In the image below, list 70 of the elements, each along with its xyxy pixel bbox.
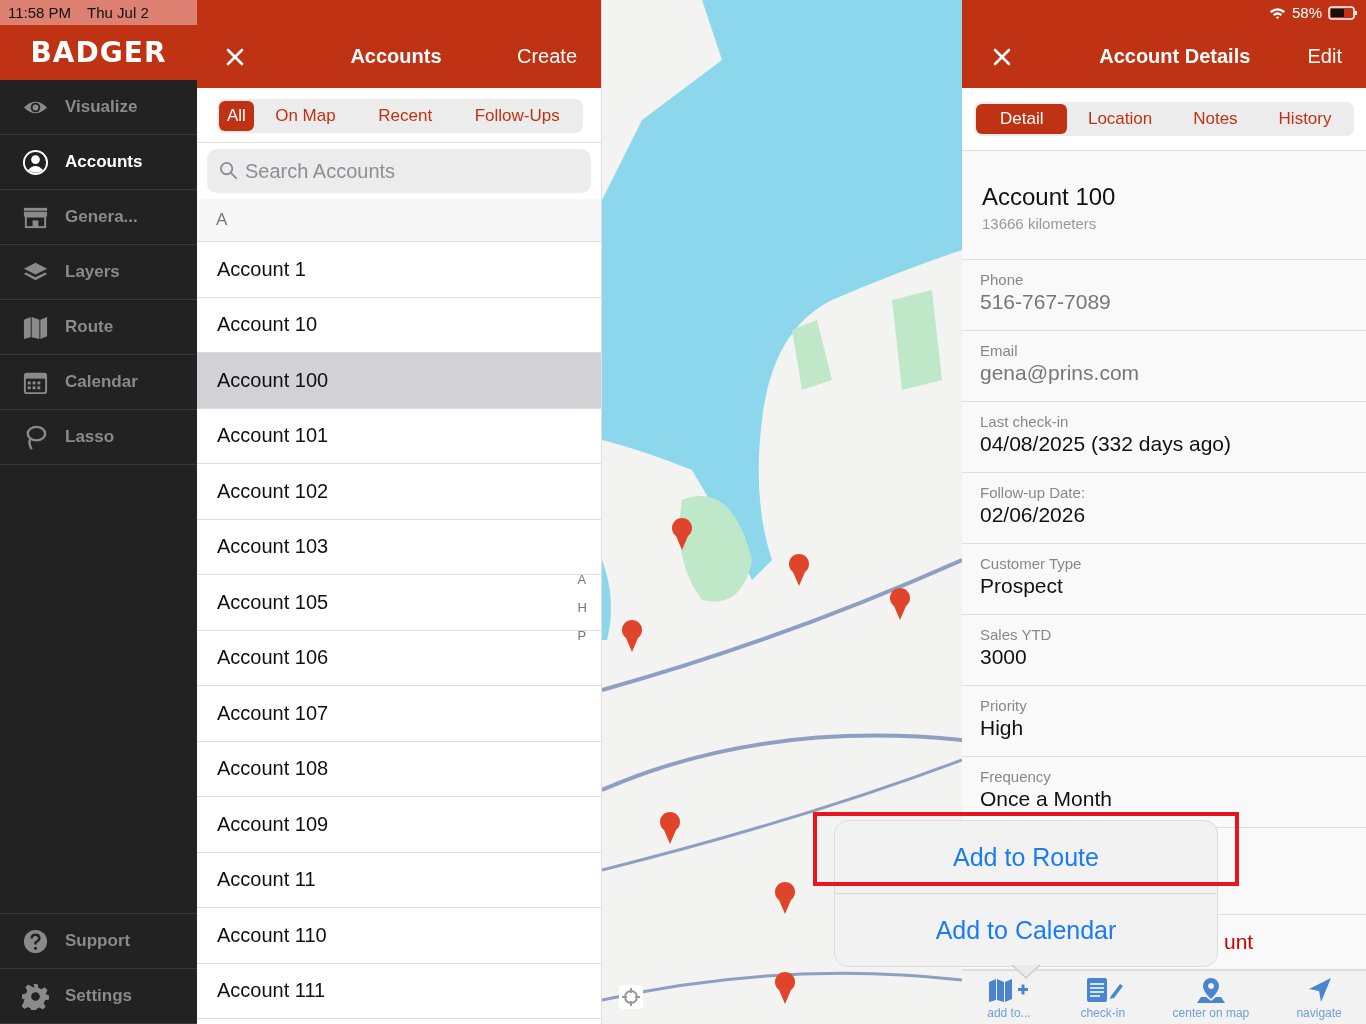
- section-header: A: [216, 210, 228, 230]
- status-time: 11:58 PM: [8, 4, 72, 21]
- detail-tab[interactable]: Location: [1067, 104, 1173, 134]
- sidebar-item[interactable]: Genera...: [0, 190, 197, 245]
- field-value: 02/06/2026: [980, 503, 1086, 527]
- status-date: Thu Jul 2: [87, 4, 149, 21]
- create-button[interactable]: Create: [516, 45, 577, 68]
- account-row[interactable]: Account 1: [197, 242, 601, 298]
- field-label: Last check-in: [980, 413, 1070, 430]
- field-label: Frequency: [980, 768, 1052, 785]
- field-label: Priority: [980, 697, 1028, 714]
- toolbar-button[interactable]: navigate: [1295, 975, 1344, 1020]
- toolbar-button[interactable]: add to...: [984, 975, 1033, 1020]
- field-label: Follow-up Date:: [980, 484, 1087, 501]
- field-value: Prospect: [980, 574, 1063, 598]
- detail-tab[interactable]: Detail: [976, 104, 1068, 134]
- filter-tab[interactable]: Follow-Ups: [453, 101, 581, 131]
- panel-title: Account Details: [1098, 45, 1252, 68]
- account-row[interactable]: Account 102: [197, 464, 601, 520]
- field-label: Email: [980, 342, 1019, 359]
- sidebar-item[interactable]: Route: [0, 300, 197, 355]
- toolbar-button[interactable]: center on map: [1172, 975, 1250, 1020]
- field-value: 04/08/2025 (332 days ago): [980, 432, 1232, 456]
- account-name: Account 100: [982, 183, 1117, 211]
- battery-percent: 58%: [1291, 4, 1322, 21]
- account-row[interactable]: Account 107: [197, 686, 601, 742]
- field-label: Customer Type: [980, 555, 1083, 572]
- person-icon: [22, 148, 49, 176]
- sidebar-item[interactable]: Support: [0, 914, 197, 969]
- menu-item[interactable]: Add to Calendar: [835, 894, 1217, 966]
- menu-item[interactable]: Add to Route: [835, 821, 1217, 894]
- index-letter[interactable]: H: [577, 600, 587, 615]
- filter-tab[interactable]: Recent: [356, 101, 454, 131]
- battery-icon: [1328, 5, 1358, 20]
- account-row[interactable]: Account 11: [197, 852, 601, 908]
- field-value: High: [980, 716, 1024, 740]
- account-row[interactable]: Account 109: [197, 797, 601, 853]
- field-label: Sales YTD: [980, 626, 1053, 643]
- detail-tab[interactable]: Notes: [1172, 104, 1259, 134]
- close-icon[interactable]: [992, 46, 1012, 67]
- search-icon: [219, 161, 238, 180]
- account-row[interactable]: Account 108: [197, 741, 601, 797]
- account-row[interactable]: Account 111: [197, 963, 601, 1019]
- wifi-icon: [1268, 6, 1286, 19]
- logo: BADGER: [30, 36, 167, 69]
- account-row[interactable]: Account 103: [197, 519, 601, 575]
- toolbar-button[interactable]: check-in: [1078, 975, 1127, 1020]
- field-value: Once a Month: [980, 787, 1112, 811]
- contact-value[interactable]: 516-767-7089: [980, 290, 1111, 314]
- panel-title: Accounts: [349, 45, 443, 68]
- edit-button[interactable]: Edit: [1307, 45, 1342, 68]
- account-row[interactable]: Account 100: [197, 353, 601, 409]
- search-field[interactable]: Search Accounts: [207, 149, 591, 193]
- filter-tab[interactable]: On Map: [253, 101, 357, 131]
- close-icon[interactable]: [225, 46, 245, 67]
- locate-button[interactable]: [619, 985, 643, 1009]
- settings-icon: [22, 982, 49, 1010]
- detail-tab[interactable]: History: [1258, 104, 1352, 134]
- account-row[interactable]: Account 101: [197, 408, 601, 464]
- sidebar-item[interactable]: Settings: [0, 969, 197, 1024]
- field-label: Phone: [980, 271, 1025, 288]
- index-letter[interactable]: P: [577, 628, 587, 643]
- help-icon: [22, 927, 49, 955]
- contact-value[interactable]: gena@prins.com: [980, 361, 1140, 385]
- field-value: 3000: [980, 645, 1027, 669]
- filter-tab[interactable]: All: [219, 101, 254, 131]
- index-letter[interactable]: A: [577, 572, 587, 587]
- delete-link[interactable]: unt: [1224, 930, 1254, 954]
- account-row[interactable]: Account 110: [197, 908, 601, 964]
- distance-text: 13666 kilometers: [982, 215, 1098, 232]
